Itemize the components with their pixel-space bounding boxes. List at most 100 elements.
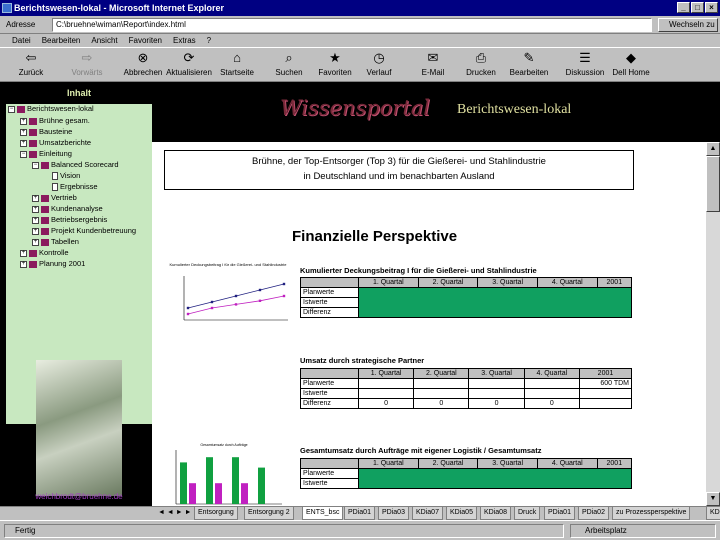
address-label: Adresse [6,20,36,29]
stop-button[interactable]: ⊗ Abbrechen [120,50,166,77]
favorites-button[interactable]: ★ Favoriten [312,50,358,77]
menu-bar: Datei Bearbeiten Ansicht Favoriten Extra… [0,34,720,48]
history-button[interactable]: ◷ Verlauf [356,50,402,77]
refresh-button[interactable]: ⟳ Aktualisieren [166,50,212,77]
tree-item[interactable]: − Berichtswesen-lokal [8,104,94,114]
row-label: Planwerte [300,287,359,298]
sheet-tab[interactable]: ENTS_bsc [302,507,344,520]
mail-button[interactable]: ✉ E-Mail [410,50,456,77]
maximize-button[interactable]: □ [691,2,704,13]
data-point [282,294,286,298]
expand-icon[interactable]: + [20,139,27,147]
stop-icon: ⊗ [137,50,149,65]
refresh-icon: ⟳ [183,50,195,65]
scroll-thumb[interactable] [706,156,720,212]
sheet-tab[interactable]: KDia07 [412,507,443,520]
expand-icon[interactable]: + [32,238,39,246]
data-cells [358,287,632,318]
go-button[interactable]: Wechseln zu [658,18,718,32]
portal-header: Wissensportal Berichtswesen-lokal [152,82,720,142]
expand-icon[interactable]: + [20,117,27,125]
collapse-icon[interactable]: − [20,150,27,158]
sheet-tab[interactable]: PDia02 [578,507,609,520]
header-cell: 3. Quartal [477,277,538,288]
table-cell [578,398,633,409]
expand-icon[interactable]: + [32,216,39,224]
menu-bearbeiten[interactable]: Bearbeiten [42,34,81,47]
sheet-tab[interactable]: Druck [514,507,541,520]
discussion-button[interactable]: ☰ Diskussion [562,50,608,77]
close-button[interactable]: × [705,2,718,13]
menu-datei[interactable]: Datei [12,34,31,47]
expand-icon[interactable]: + [32,205,39,213]
chart-marks [180,457,265,504]
tree-item[interactable]: Vision [52,171,80,181]
menu-extras[interactable]: Extras [173,34,196,47]
table-cell [468,378,525,389]
vertical-scrollbar[interactable]: ▲ ▼ [706,142,720,506]
data-point [234,303,238,306]
data-point [282,282,286,286]
dell-home-button[interactable]: ◆ Dell Home [608,50,654,77]
sheet-tab[interactable]: PDia01 [344,507,375,520]
portal-logo: Wissensportal [280,96,431,120]
scroll-down-icon[interactable]: ▼ [706,492,720,506]
search-button[interactable]: ⌕ Suchen [266,50,312,77]
menu-help[interactable]: ? [207,34,211,47]
tree-item[interactable]: Ergebnisse [52,182,98,192]
page-icon [52,172,58,181]
table-cell [523,378,580,389]
sheet-tab[interactable]: Entsorgung 2 [244,507,294,520]
tree-item[interactable]: + Brühne gesam. [20,116,90,126]
sheet-nav-arrows-icon[interactable]: ◄ ◄ ► ► [158,509,192,516]
forward-button[interactable]: ⇨ Vorwärts [64,50,110,77]
email-link[interactable]: weichbrodt@bruehne.de [6,492,152,501]
sheet-tab[interactable]: KDia02 [706,507,720,520]
tree-item[interactable]: + Projekt Kundenbetreuung [32,226,136,236]
collapse-icon[interactable]: − [32,161,39,169]
data-point [258,299,262,302]
menu-favoriten[interactable]: Favoriten [129,34,162,47]
expand-icon[interactable]: + [32,227,39,235]
minimize-button[interactable]: _ [677,2,690,13]
header-cell: 4. Quartal [523,368,580,379]
tree-item[interactable]: + Tabellen [32,237,79,247]
edit-button[interactable]: ✎ Bearbeiten [506,50,552,77]
forward-arrow-icon: ⇨ [81,50,93,65]
header-cell: 4. Quartal [536,458,598,469]
status-text: Fertig [4,524,564,538]
portal-subtitle: Berichtswesen-lokal [457,102,572,117]
sheet-tab[interactable]: KDia08 [480,507,511,520]
home-button[interactable]: ⌂ Startseite [214,50,260,77]
sheet-tab[interactable]: zu Prozessperspektive [612,507,691,520]
book-icon [29,117,37,125]
collapse-icon[interactable]: − [8,105,15,113]
expand-icon[interactable]: + [20,128,27,136]
tree-item[interactable]: + Betriebsergebnis [32,215,107,225]
sheet-tab[interactable]: KDia05 [446,507,477,520]
data-point [210,300,214,304]
tree-item[interactable]: − Einleitung [20,149,72,159]
tree-item[interactable]: + Bausteine [20,127,72,137]
back-button[interactable]: ⇦ Zurück [8,50,54,77]
tree-item[interactable]: + Vertrieb [32,193,77,203]
expand-icon[interactable]: + [20,260,27,268]
tree-item[interactable]: + Kundenanalyse [32,204,103,214]
sheet-tab[interactable]: PDia03 [378,507,409,520]
scroll-up-icon[interactable]: ▲ [706,142,720,156]
menu-ansicht[interactable]: Ansicht [91,34,117,47]
tree-item[interactable]: + Planung 2001 [20,259,85,269]
tree-item[interactable]: − Balanced Scorecard [32,160,119,170]
address-input[interactable]: C:\bruehne\wiman\Report\index.html [52,18,652,32]
sheet-tab[interactable]: Entsorgung [194,507,238,520]
expand-icon[interactable]: + [32,194,39,202]
sheet-tab[interactable]: PDia01 [544,507,575,520]
expand-icon[interactable]: + [20,249,27,257]
tree-item[interactable]: + Umsatzberichte [20,138,91,148]
address-bar: Adresse C:\bruehne\wiman\Report\index.ht… [0,16,720,34]
print-button[interactable]: ⎙ Drucken [458,50,504,77]
book-icon [41,205,49,213]
book-icon [29,249,37,257]
table-cell: 600 TDM [578,378,633,389]
tree-item[interactable]: + Kontrolle [20,248,69,258]
